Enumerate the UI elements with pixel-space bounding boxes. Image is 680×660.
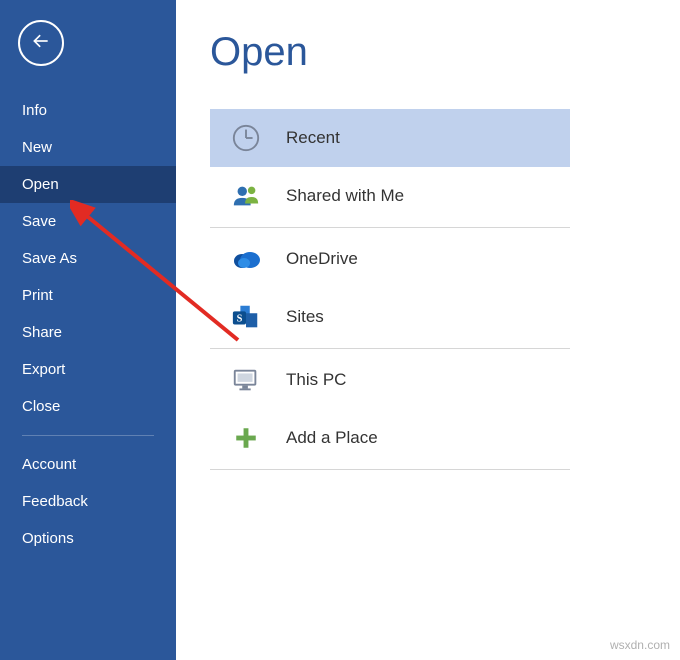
location-divider [210, 227, 570, 228]
backstage-view: Info New Open Save Save As Print Share E… [0, 0, 680, 660]
sidebar-item-label: Close [22, 398, 60, 415]
sidebar-item-info[interactable]: Info [0, 92, 176, 129]
watermark-text: wsxdn.com [610, 638, 670, 652]
people-icon [230, 180, 262, 212]
location-this-pc[interactable]: This PC [210, 351, 570, 409]
sidebar-item-save[interactable]: Save [0, 203, 176, 240]
onedrive-icon [230, 243, 262, 275]
location-shared-with-me[interactable]: Shared with Me [210, 167, 570, 225]
location-label: OneDrive [286, 249, 358, 269]
location-recent[interactable]: Recent [210, 109, 570, 167]
location-label: Add a Place [286, 428, 378, 448]
location-divider [210, 348, 570, 349]
open-location-list: Recent Shared with Me [210, 109, 570, 470]
sidebar-item-label: Account [22, 456, 76, 473]
sidebar-item-label: Export [22, 361, 65, 378]
sidebar-item-label: New [22, 139, 52, 156]
sidebar-item-share[interactable]: Share [0, 314, 176, 351]
backstage-main: Open Recent [176, 0, 680, 660]
location-add-a-place[interactable]: Add a Place [210, 409, 570, 467]
back-button[interactable] [18, 20, 64, 66]
backstage-sidebar: Info New Open Save Save As Print Share E… [0, 0, 176, 660]
sidebar-item-export[interactable]: Export [0, 351, 176, 388]
sidebar-item-label: Save As [22, 250, 77, 267]
sidebar-item-options[interactable]: Options [0, 520, 176, 557]
sidebar-divider [22, 435, 154, 436]
this-pc-icon [230, 364, 262, 396]
sites-icon: S [230, 301, 262, 333]
svg-text:S: S [237, 314, 243, 325]
sidebar-item-print[interactable]: Print [0, 277, 176, 314]
sidebar-item-open[interactable]: Open [0, 166, 176, 203]
location-label: Sites [286, 307, 324, 327]
arrow-left-icon [31, 31, 51, 56]
sidebar-item-label: Share [22, 324, 62, 341]
sidebar-item-label: Feedback [22, 493, 88, 510]
location-label: This PC [286, 370, 346, 390]
location-sites[interactable]: S Sites [210, 288, 570, 346]
page-title: Open [210, 30, 660, 75]
clock-icon [230, 122, 262, 154]
sidebar-item-feedback[interactable]: Feedback [0, 483, 176, 520]
sidebar-item-save-as[interactable]: Save As [0, 240, 176, 277]
location-label: Recent [286, 128, 340, 148]
sidebar-item-account[interactable]: Account [0, 446, 176, 483]
sidebar-item-new[interactable]: New [0, 129, 176, 166]
location-label: Shared with Me [286, 186, 404, 206]
location-onedrive[interactable]: OneDrive [210, 230, 570, 288]
sidebar-item-close[interactable]: Close [0, 388, 176, 425]
add-place-icon [230, 422, 262, 454]
sidebar-item-label: Save [22, 213, 56, 230]
sidebar-item-label: Open [22, 176, 59, 193]
sidebar-item-label: Info [22, 102, 47, 119]
sidebar-item-label: Options [22, 530, 74, 547]
sidebar-item-label: Print [22, 287, 53, 304]
location-divider [210, 469, 570, 470]
